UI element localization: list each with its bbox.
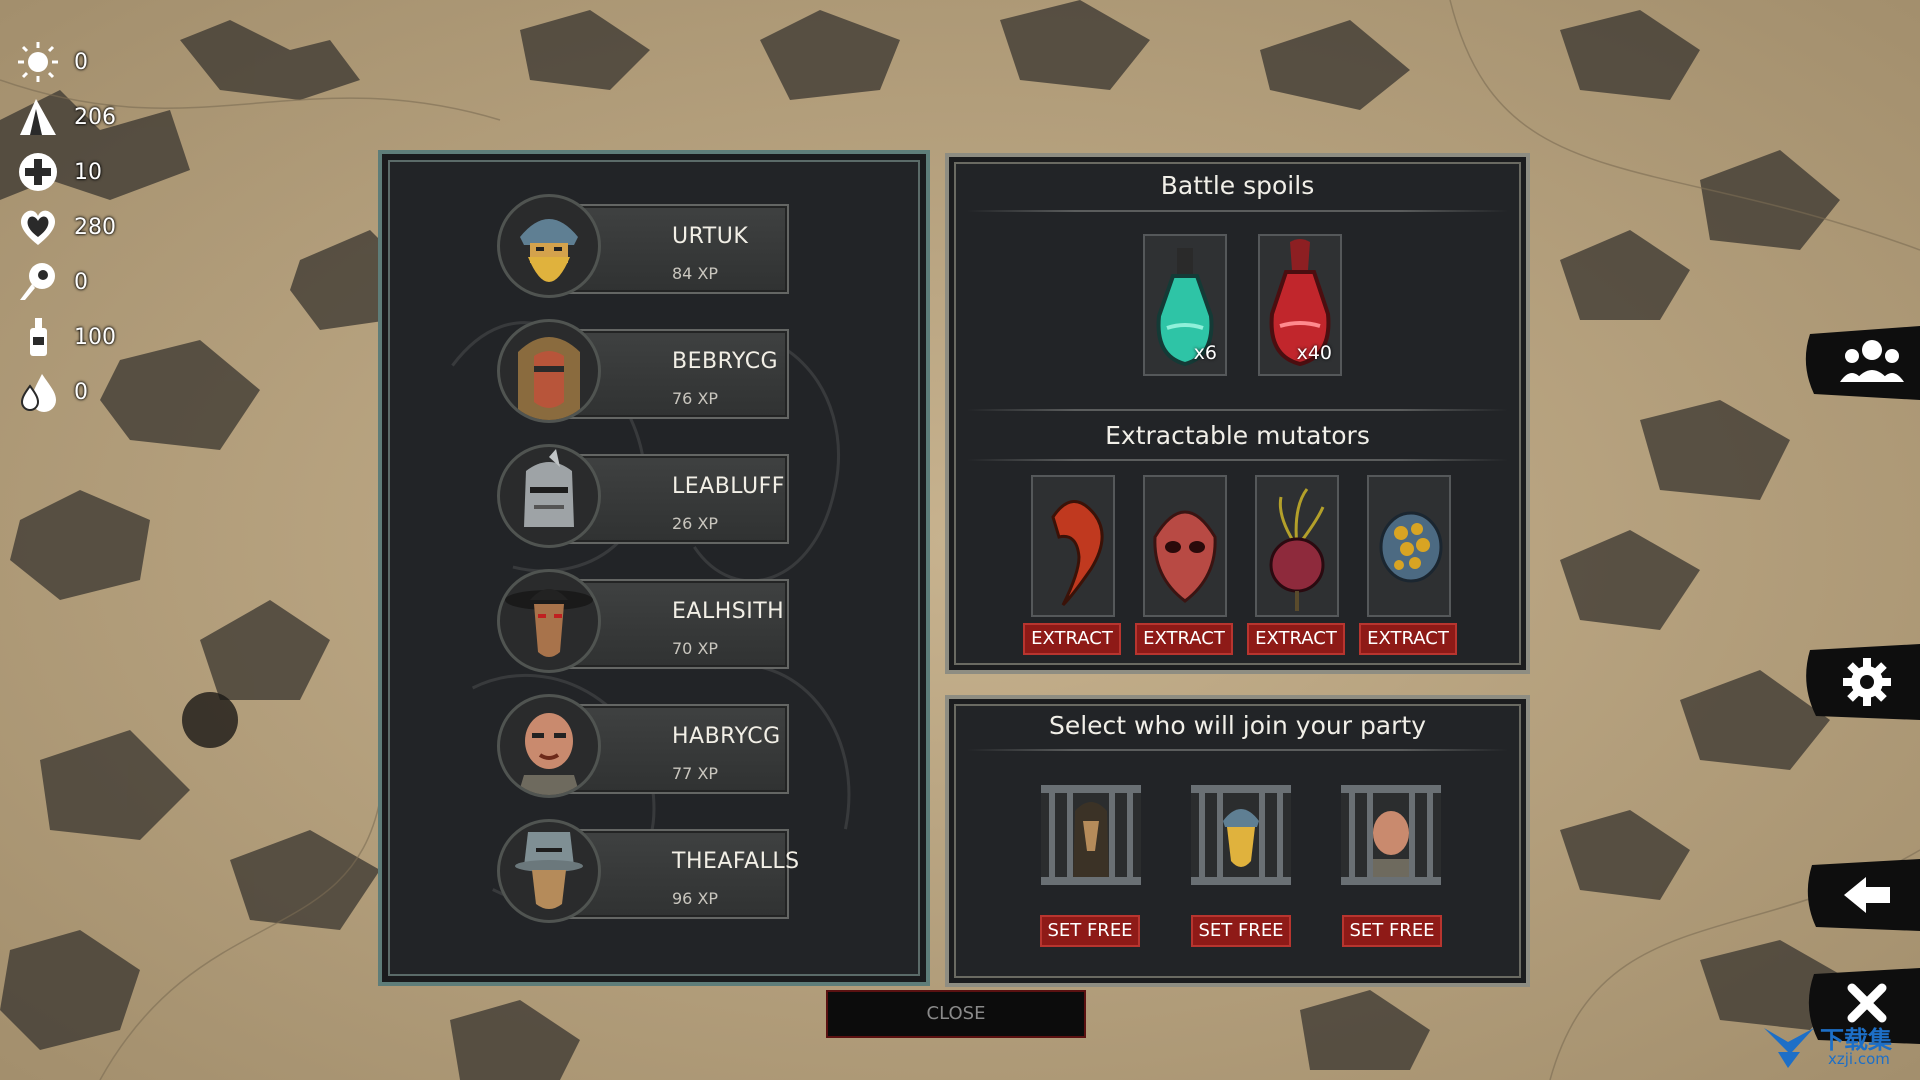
- sun-icon: [18, 42, 58, 82]
- hero-portrait: [497, 569, 601, 673]
- resource-value: 0: [74, 380, 88, 405]
- spiked-heart-icon: [1269, 488, 1325, 611]
- watermark-url: xzji.com: [1828, 1050, 1890, 1068]
- drops-icon: [20, 374, 56, 412]
- hero-entry[interactable]: EALHSITH 70 XP: [497, 569, 793, 674]
- hero-portrait: [497, 194, 601, 298]
- resource-value: 0: [74, 50, 88, 75]
- hero-portrait: [497, 444, 601, 548]
- set-free-button[interactable]: SET FREE: [1191, 915, 1291, 947]
- red-tentacle-icon: [1051, 500, 1104, 607]
- spoil-count: x6: [1193, 342, 1217, 364]
- hero-entry[interactable]: HABRYCG 77 XP: [497, 694, 793, 799]
- resource-list: 0 206 10 280 0 100 0: [16, 40, 156, 425]
- hero-knight-portrait-icon: [524, 449, 574, 527]
- hero-name: THEAFALLS: [672, 849, 800, 874]
- tent-icon: [20, 99, 56, 135]
- resource-sun: 0: [16, 40, 156, 95]
- spoil-count: x40: [1296, 342, 1332, 364]
- gear-icon: [1806, 644, 1920, 720]
- extract-button[interactable]: EXTRACT: [1023, 623, 1121, 655]
- battle-spoils-panel: Battle spoils x6 x40 Extractable mutator…: [945, 153, 1530, 674]
- party-button[interactable]: [1800, 320, 1920, 404]
- resource-value: 0: [74, 270, 88, 295]
- skull-mask-icon: [1153, 510, 1217, 603]
- hero-name: HABRYCG: [672, 724, 781, 749]
- hero-portrait: [497, 819, 601, 923]
- prisoner-cage[interactable]: [1185, 781, 1297, 889]
- caged-hooded-icon: [1041, 785, 1141, 885]
- back-arrow-icon: [1807, 859, 1920, 931]
- hero-helmet-portrait-icon: [520, 219, 578, 282]
- hero-xp: 96 XP: [672, 889, 719, 908]
- spoil-item[interactable]: x6: [1143, 234, 1227, 376]
- watermark-arrow-icon: [1764, 1028, 1814, 1068]
- caged-bald-icon: [1341, 785, 1441, 885]
- hero-xp: 84 XP: [672, 264, 719, 283]
- medical-cross-icon: [19, 153, 57, 191]
- divider: [967, 459, 1508, 461]
- mutator-slot: [1255, 475, 1339, 617]
- party-select-panel: Select who will join your party SET FREE: [945, 695, 1530, 987]
- hero-portrait: [497, 694, 601, 798]
- resource-bottle: 100: [16, 315, 156, 370]
- resource-heart: 280: [16, 205, 156, 260]
- hero-hooded-portrait-icon: [518, 337, 580, 420]
- set-free-button[interactable]: SET FREE: [1040, 915, 1140, 947]
- divider: [967, 749, 1508, 751]
- heart-icon: [20, 210, 56, 245]
- hero-xp: 70 XP: [672, 639, 719, 658]
- mutator-slot: [1143, 475, 1227, 617]
- bottle-icon: [30, 318, 47, 356]
- meat-icon: [20, 263, 55, 300]
- hero-wide-hat-portrait-icon: [505, 589, 593, 657]
- hero-xp: 77 XP: [672, 764, 719, 783]
- resource-drops: 0: [16, 370, 156, 425]
- resource-value: 100: [74, 325, 116, 350]
- hero-entry[interactable]: BEBRYCG 76 XP: [497, 319, 793, 424]
- hero-portrait: [497, 319, 601, 423]
- extract-button[interactable]: EXTRACT: [1247, 623, 1345, 655]
- hero-entry[interactable]: THEAFALLS 96 XP: [497, 819, 799, 924]
- resource-meat: 0: [16, 260, 156, 315]
- hero-bucket-helmet-portrait-icon: [515, 832, 583, 909]
- hero-name: BEBRYCG: [672, 349, 779, 374]
- resource-tent: 206: [16, 95, 156, 150]
- resource-medical: 10: [16, 150, 156, 205]
- hero-xp: 26 XP: [672, 514, 719, 533]
- extract-button[interactable]: EXTRACT: [1135, 623, 1233, 655]
- mutator-slot: [1031, 475, 1115, 617]
- hero-entry[interactable]: LEABLUFF 26 XP: [497, 444, 793, 549]
- hero-xp-panel: URTUK 84 XP BEBRYCG 76 XP LEABLUFF 26 XP…: [378, 150, 930, 986]
- set-free-button[interactable]: SET FREE: [1342, 915, 1442, 947]
- hero-entry[interactable]: URTUK 84 XP: [497, 194, 793, 299]
- caged-helmet-icon: [1191, 785, 1291, 885]
- extract-button[interactable]: EXTRACT: [1359, 623, 1457, 655]
- spoil-item[interactable]: x40: [1258, 234, 1342, 376]
- watermark-logo: 下载集 xzji.com: [1758, 1022, 1908, 1072]
- resource-value: 10: [74, 160, 102, 185]
- prisoner-cage[interactable]: [1335, 781, 1447, 889]
- hero-name: URTUK: [672, 224, 749, 249]
- mutator-slot: [1367, 475, 1451, 617]
- resource-value: 206: [74, 105, 116, 130]
- golden-orb-icon: [1379, 511, 1443, 583]
- settings-button[interactable]: [1800, 640, 1920, 724]
- hero-name: EALHSITH: [672, 599, 785, 624]
- party-select-title: Select who will join your party: [1048, 711, 1427, 740]
- prisoner-cage[interactable]: [1035, 781, 1147, 889]
- party-icon: [1805, 326, 1920, 400]
- divider: [967, 210, 1508, 212]
- battle-spoils-title: Battle spoils: [1160, 171, 1315, 200]
- divider: [967, 409, 1508, 411]
- back-button[interactable]: [1800, 853, 1920, 937]
- hero-bald-portrait-icon: [518, 713, 580, 795]
- close-button[interactable]: CLOSE: [826, 990, 1086, 1038]
- hero-name: LEABLUFF: [672, 474, 785, 499]
- resource-value: 280: [74, 215, 116, 240]
- hero-xp: 76 XP: [672, 389, 719, 408]
- extractable-mutators-title: Extractable mutators: [1105, 421, 1370, 450]
